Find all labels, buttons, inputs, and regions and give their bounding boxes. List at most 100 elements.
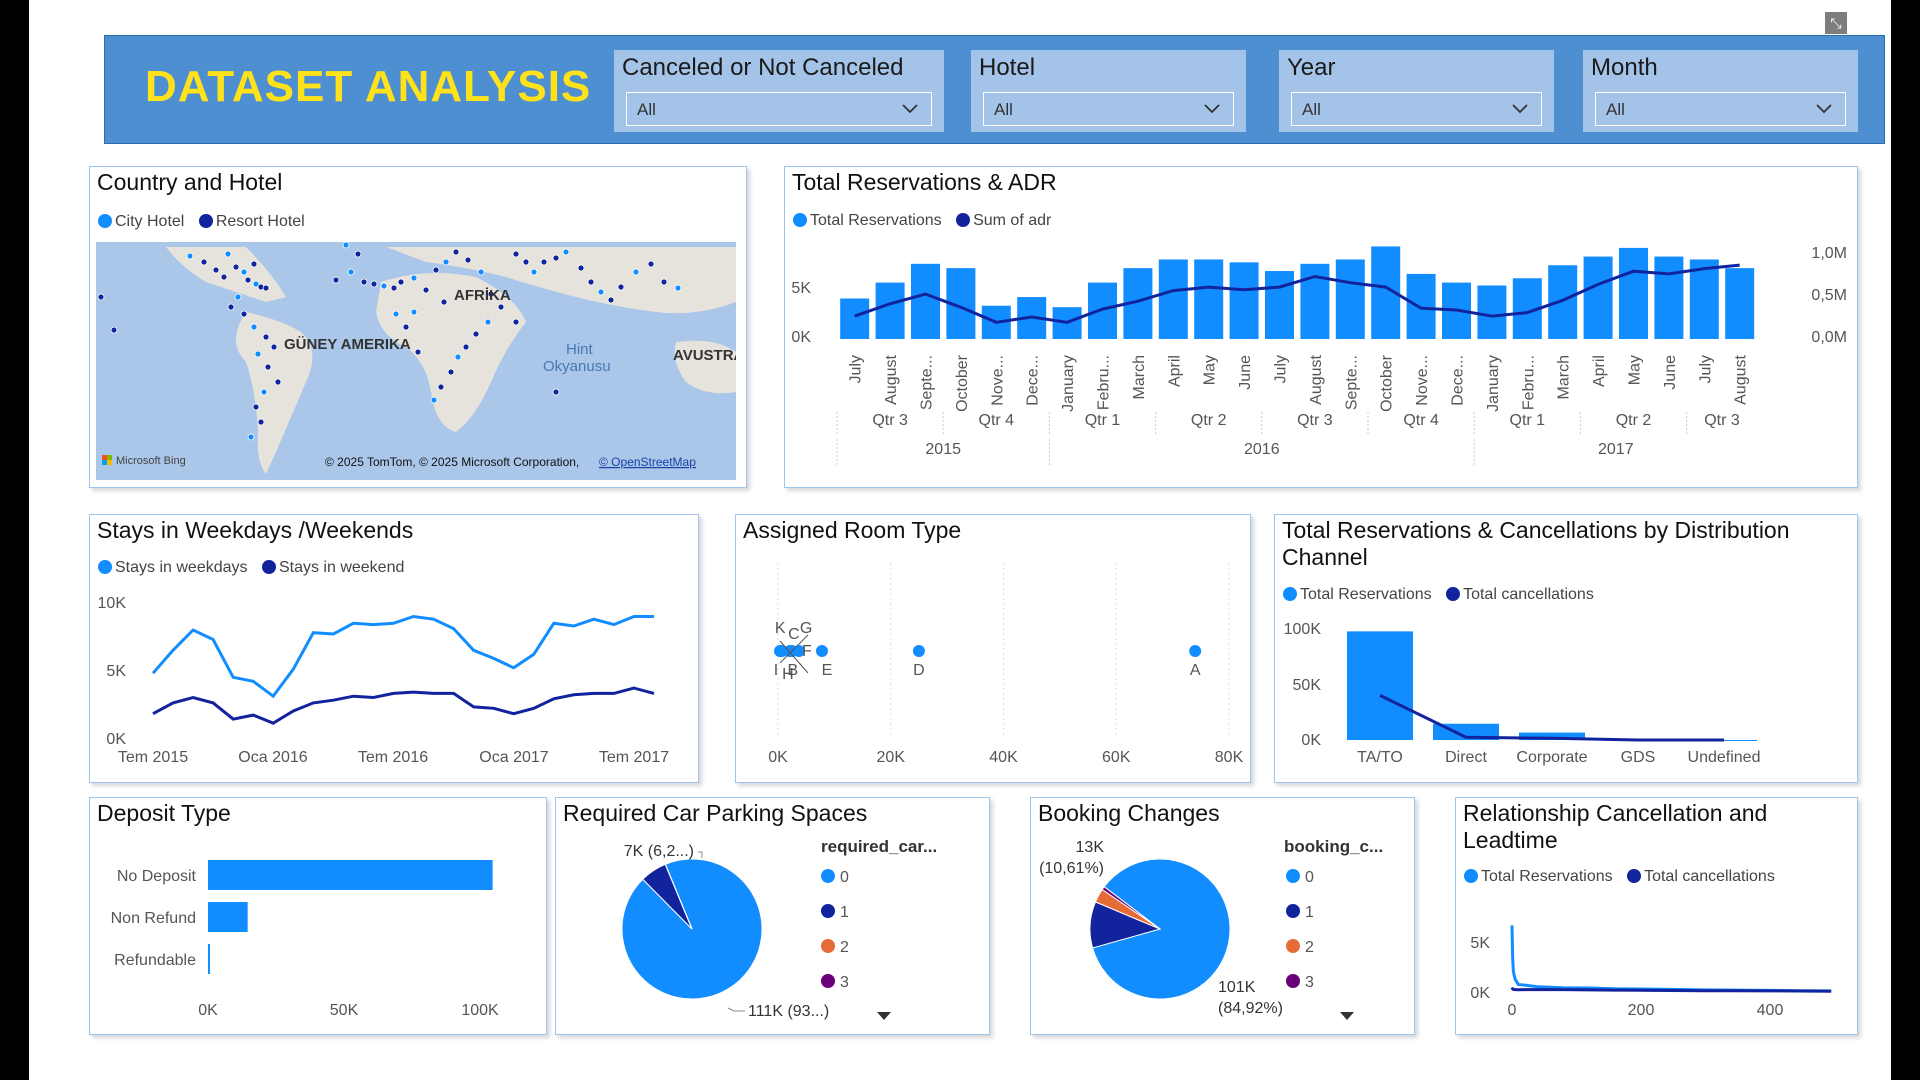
map-point[interactable] — [632, 268, 640, 276]
bar-total-reservations[interactable] — [1335, 259, 1365, 339]
legend-label[interactable]: 2 — [840, 939, 849, 956]
map-point[interactable] — [410, 274, 418, 282]
map-point[interactable] — [562, 248, 570, 256]
map-point[interactable] — [380, 282, 388, 290]
map-point[interactable] — [240, 310, 248, 318]
map-point[interactable] — [484, 318, 492, 326]
map-point[interactable] — [540, 258, 548, 266]
map-point[interactable] — [252, 403, 260, 411]
map-point[interactable] — [262, 284, 270, 292]
map-point[interactable] — [422, 286, 430, 294]
map-point[interactable] — [360, 278, 368, 286]
map-point[interactable] — [587, 278, 595, 286]
map-point[interactable] — [227, 303, 235, 311]
map-point[interactable] — [430, 396, 438, 404]
map-point[interactable] — [264, 363, 272, 371]
legend-label[interactable]: 3 — [1305, 974, 1314, 991]
map-point[interactable] — [512, 250, 520, 258]
map-point[interactable] — [200, 258, 208, 266]
legend-label[interactable]: 0 — [840, 869, 849, 886]
bar-total-reservations[interactable] — [1229, 262, 1259, 339]
map-point[interactable] — [234, 293, 242, 301]
map-point[interactable] — [110, 326, 118, 334]
map-point[interactable] — [224, 250, 232, 258]
bar-total-reservations[interactable] — [840, 298, 870, 339]
slicer-dropdown[interactable]: All — [626, 92, 932, 126]
legend-label[interactable]: 2 — [1305, 939, 1314, 956]
map-point[interactable] — [577, 264, 585, 272]
scatter-point-I[interactable] — [774, 645, 787, 657]
bar-total-reservations[interactable] — [1477, 285, 1507, 339]
bar-deposit[interactable] — [208, 902, 248, 932]
map-point[interactable] — [410, 308, 418, 316]
map-point[interactable] — [274, 378, 282, 386]
map-point[interactable] — [250, 260, 258, 268]
map-point[interactable] — [220, 273, 228, 281]
map-point[interactable] — [254, 350, 262, 358]
map-point[interactable] — [464, 256, 472, 264]
bar-total-reservations[interactable] — [1725, 268, 1755, 339]
map-point[interactable] — [270, 343, 278, 351]
map-point[interactable] — [262, 333, 270, 341]
bar-total-reservations[interactable] — [1654, 256, 1684, 339]
map-point[interactable] — [232, 263, 240, 271]
map-point[interactable] — [647, 260, 655, 268]
map-point[interactable] — [402, 323, 410, 331]
map-point[interactable] — [414, 348, 422, 356]
scatter-point-D[interactable] — [912, 645, 925, 657]
map-point[interactable] — [442, 258, 450, 266]
bar-total-reservations[interactable] — [1347, 631, 1413, 740]
map-point[interactable] — [552, 254, 560, 262]
map-point[interactable] — [617, 283, 625, 291]
scatter-point-A[interactable] — [1189, 645, 1202, 657]
map-point[interactable] — [447, 368, 455, 376]
map-point[interactable] — [240, 268, 248, 276]
bar-total-reservations[interactable] — [1088, 282, 1117, 339]
openstreetmap-link[interactable]: © OpenStreetMap — [599, 455, 696, 469]
map-point[interactable] — [432, 266, 440, 274]
map-point[interactable] — [257, 418, 265, 426]
map-point[interactable] — [247, 433, 255, 441]
map-point[interactable] — [260, 388, 268, 396]
legend-label[interactable]: 1 — [1305, 904, 1314, 921]
legend-scroll-down-icon[interactable] — [1340, 1012, 1354, 1020]
map-point[interactable] — [332, 276, 340, 284]
bar-deposit[interactable] — [208, 860, 493, 890]
bar-total-reservations[interactable] — [875, 282, 905, 339]
legend-item[interactable]: Resort Hotel — [198, 213, 305, 230]
bar-total-reservations[interactable] — [1194, 259, 1224, 339]
legend-label[interactable]: 3 — [840, 974, 849, 991]
map-point[interactable] — [392, 310, 400, 318]
map-point[interactable] — [530, 268, 538, 276]
map-point[interactable] — [472, 330, 480, 338]
map-point[interactable] — [347, 268, 355, 276]
slicer-dropdown[interactable]: All — [1595, 92, 1846, 126]
legend-label[interactable]: 0 — [1305, 869, 1314, 886]
map-point[interactable] — [660, 278, 668, 286]
bar-total-reservations[interactable] — [911, 263, 940, 339]
bar-total-reservations[interactable] — [1619, 247, 1648, 339]
map-point[interactable] — [186, 252, 194, 260]
map-point[interactable] — [244, 276, 252, 284]
legend-label[interactable]: 1 — [840, 904, 849, 921]
map-point[interactable] — [437, 383, 445, 391]
slicer-dropdown[interactable]: All — [983, 92, 1234, 126]
map-point[interactable] — [477, 268, 485, 276]
bar-total-reservations[interactable] — [1583, 256, 1613, 339]
slicer-dropdown[interactable]: All — [1291, 92, 1542, 126]
map-point[interactable] — [212, 266, 220, 274]
map-point[interactable] — [440, 298, 448, 306]
legend-scroll-down-icon[interactable] — [877, 1012, 891, 1020]
map-point[interactable] — [250, 323, 258, 331]
map-point[interactable] — [97, 293, 105, 301]
map-point[interactable] — [452, 248, 460, 256]
map-point[interactable] — [454, 353, 462, 361]
map-point[interactable] — [674, 284, 682, 292]
bar-total-reservations[interactable] — [1548, 265, 1578, 339]
scatter-point-E[interactable] — [815, 645, 828, 657]
focus-mode-icon[interactable]: ⤡ — [1825, 12, 1847, 34]
map-point[interactable] — [370, 280, 378, 288]
map-point[interactable] — [354, 250, 362, 258]
map-point[interactable] — [390, 284, 398, 292]
map-point[interactable] — [462, 343, 470, 351]
